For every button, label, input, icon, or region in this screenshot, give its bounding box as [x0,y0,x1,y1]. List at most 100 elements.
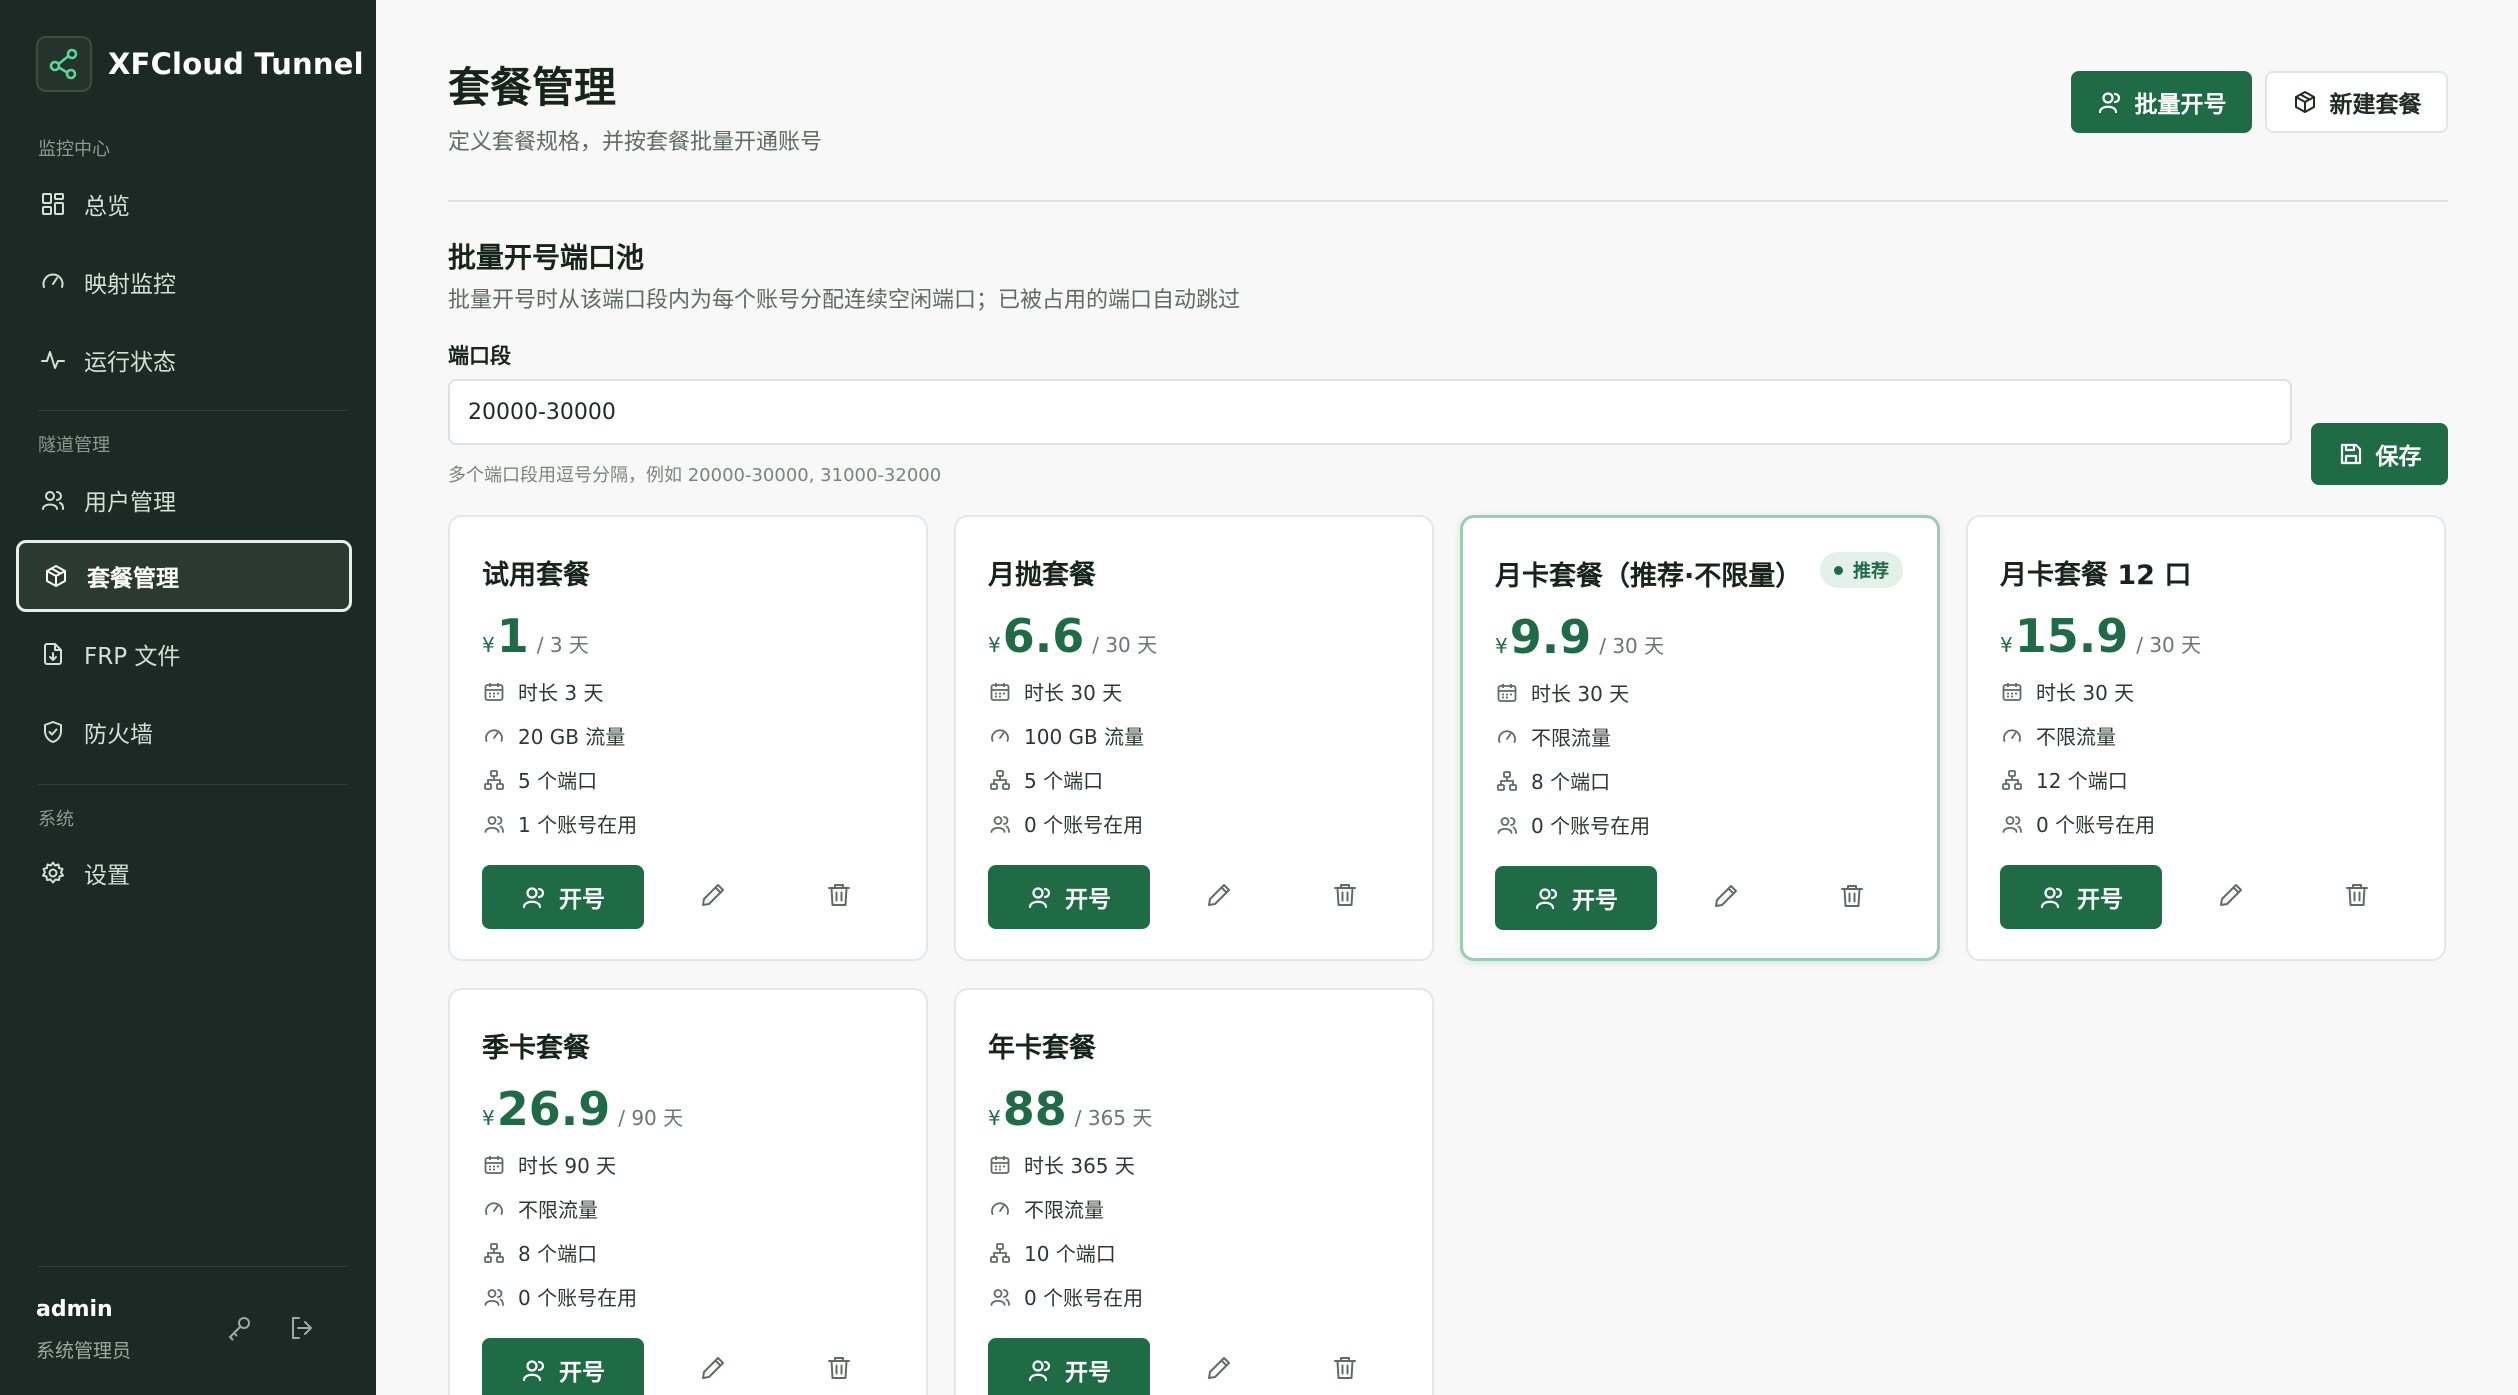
plan-price: ¥ 1 / 3 天 [482,609,589,663]
delete-plan-button[interactable] [2340,880,2374,914]
open-account-label: 开号 [559,887,605,913]
open-account-button[interactable]: 开号 [988,1338,1150,1395]
open-account-button[interactable]: 开号 [482,1338,644,1395]
edit-plan-button[interactable] [1202,880,1236,914]
price-period: / 30 天 [2136,633,2202,657]
user-icon [521,884,547,910]
nav-divider [38,784,348,785]
open-account-button[interactable]: 开号 [2000,865,2162,929]
sidebar-item-plans[interactable]: 套餐管理 [16,540,352,612]
plan-card: 月卡套餐（推荐·不限量） ¥ 9.9 / 30 天 时长 30 天 不限流量 8… [1460,515,1940,961]
plan-traffic: 不限流量 [2000,721,2116,750]
sidebar-item-status[interactable]: 运行状态 [16,324,352,396]
port-pool-title: 批量开号端口池 [448,241,645,274]
logout-icon [288,1314,316,1346]
pencil-icon [1712,882,1740,914]
batch-open-button[interactable]: 批量开号 [2071,71,2252,133]
sidebar: XFCloud Tunnel 监控中心 总览 映射监控 运行状态 隧道管理 用户… [0,0,376,1395]
network-icon [2000,768,2024,792]
activity-icon [38,345,68,375]
page-subtitle: 定义套餐规格，并按套餐批量开通账号 [448,130,823,155]
pencil-icon [699,1354,727,1386]
plan-duration: 时长 30 天 [1495,678,1629,707]
plan-name: 年卡套餐 [988,1033,1096,1064]
open-account-button[interactable]: 开号 [988,865,1150,929]
pencil-icon [699,881,727,913]
sidebar-item-users[interactable]: 用户管理 [16,464,352,536]
badge-dot [1834,565,1843,575]
plan-traffic: 不限流量 [482,1194,598,1223]
trash-icon [1838,882,1866,914]
save-label: 保存 [2375,444,2422,470]
divider [448,200,2448,202]
gauge-icon [1495,725,1519,749]
user-icon [1534,885,1560,911]
batch-open-label: 批量开号 [2134,92,2227,118]
sidebar-item-settings[interactable]: 设置 [16,837,352,909]
delete-plan-button[interactable] [822,1353,856,1387]
plan-traffic: 100 GB 流量 [988,721,1144,750]
key-icon [226,1314,254,1346]
plan-ports: 8 个端口 [482,1238,597,1267]
page-title: 套餐管理 [448,63,617,112]
price-currency: ¥ [988,633,1001,657]
plan-card: 月卡套餐 12 口 ¥ 15.9 / 30 天 时长 30 天 不限流量 12 … [1966,515,2446,961]
sidebar-item-firewall[interactable]: 防火墙 [16,696,352,768]
plan-price: ¥ 26.9 / 90 天 [482,1082,683,1136]
network-icon [988,1241,1012,1265]
sidebar-item-overview[interactable]: 总览 [16,168,352,240]
price-value: 88 [1002,1082,1067,1136]
users-icon [482,812,506,836]
port-pool-description: 批量开号时从该端口段内为每个账号分配连续空闲端口；已被占用的端口自动跳过 [448,288,1241,313]
network-icon [1495,769,1519,793]
gauge-icon [2000,724,2024,748]
plan-ports: 5 个端口 [988,765,1103,794]
network-icon [988,768,1012,792]
plan-ports: 10 个端口 [988,1238,1116,1267]
sidebar-item-label: 映射监控 [84,272,176,298]
delete-plan-button[interactable] [822,880,856,914]
users-icon [2000,812,2024,836]
plan-accounts: 0 个账号在用 [988,809,1143,838]
port-range-hint: 多个端口段用逗号分隔，例如 20000-30000, 31000-32000 [448,465,942,486]
open-account-button[interactable]: 开号 [1495,866,1657,930]
save-port-pool-button[interactable]: 保存 [2311,423,2448,485]
edit-plan-button[interactable] [1202,1353,1236,1387]
brand[interactable]: XFCloud Tunnel [36,36,364,92]
edit-plan-button[interactable] [696,880,730,914]
edit-plan-button[interactable] [696,1353,730,1387]
sidebar-item-label: 防火墙 [84,722,153,748]
badge-label: 推荐 [1853,561,1889,582]
price-value: 26.9 [496,1082,611,1136]
change-password-button[interactable] [222,1312,258,1348]
plan-card: 年卡套餐 ¥ 88 / 365 天 时长 365 天 不限流量 10 个端口 0… [954,988,1434,1395]
logout-button[interactable] [284,1312,320,1348]
plan-price: ¥ 88 / 365 天 [988,1082,1152,1136]
delete-plan-button[interactable] [1835,881,1869,915]
nav-divider [38,1266,348,1267]
sidebar-item-mapping-monitor[interactable]: 映射监控 [16,246,352,318]
brand-name: XFCloud Tunnel [108,47,364,81]
file-download-icon [38,639,68,669]
plan-name: 月卡套餐（推荐·不限量） [1495,561,1803,592]
delete-plan-button[interactable] [1328,1353,1362,1387]
users-icon [988,812,1012,836]
open-account-label: 开号 [1065,1360,1111,1386]
user-icon [2039,884,2065,910]
plan-duration: 时长 30 天 [2000,677,2134,706]
plan-name: 季卡套餐 [482,1033,590,1064]
save-icon [2338,441,2364,467]
calendar-icon [2000,680,2024,704]
edit-plan-button[interactable] [2214,880,2248,914]
gauge-icon [482,1197,506,1221]
port-range-input[interactable] [448,379,2292,445]
sidebar-item-frp-files[interactable]: FRP 文件 [16,618,352,690]
sidebar-item-label: 运行状态 [84,350,176,376]
new-plan-button[interactable]: 新建套餐 [2265,71,2448,133]
open-account-button[interactable]: 开号 [482,865,644,929]
delete-plan-button[interactable] [1328,880,1362,914]
plan-traffic: 20 GB 流量 [482,721,625,750]
plan-accounts: 0 个账号在用 [482,1282,637,1311]
edit-plan-button[interactable] [1709,881,1743,915]
plan-card: 试用套餐 ¥ 1 / 3 天 时长 3 天 20 GB 流量 5 个端口 1 个… [448,515,928,961]
